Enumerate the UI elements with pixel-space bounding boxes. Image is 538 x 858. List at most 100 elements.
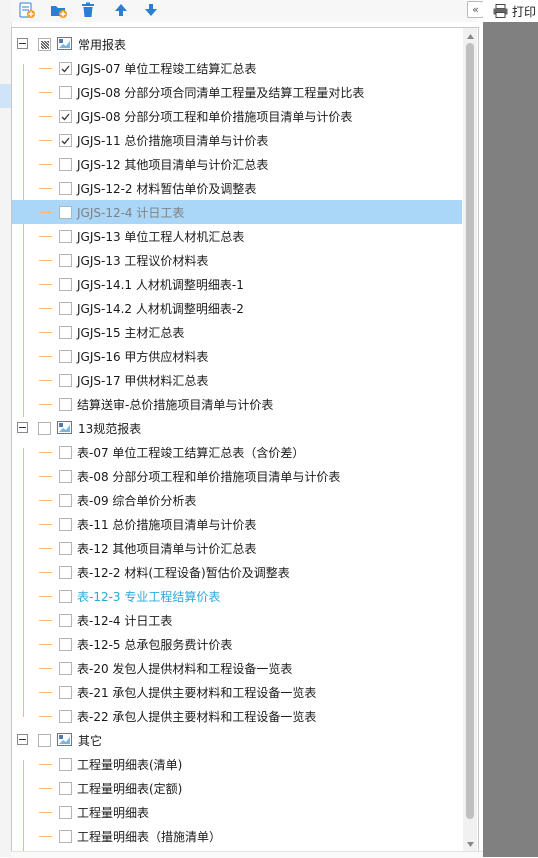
- tree-item[interactable]: 结算送审-总价措施项目清单与计价表: [12, 392, 462, 416]
- tree-item[interactable]: 表-20 发包人提供材料和工程设备一览表: [12, 656, 462, 680]
- tree-connector: [39, 68, 52, 69]
- item-checkbox[interactable]: [59, 134, 72, 147]
- tree-item[interactable]: 表-21 承包人提供主要材料和工程设备一览表: [12, 680, 462, 704]
- tree-item[interactable]: JGJS-14.2 人材机调整明细表-2: [12, 296, 462, 320]
- tree-item[interactable]: 表-08 分部分项工程和单价措施项目清单与计价表: [12, 464, 462, 488]
- tree-connector: [39, 140, 52, 141]
- item-checkbox[interactable]: [59, 158, 72, 171]
- vertical-scrollbar[interactable]: [463, 28, 477, 852]
- print-button[interactable]: 打印: [483, 0, 538, 22]
- item-checkbox[interactable]: [59, 182, 72, 195]
- tree-item[interactable]: JGJS-13 单位工程人材机汇总表: [12, 224, 462, 248]
- tree-connector: [39, 308, 52, 309]
- item-checkbox[interactable]: [59, 206, 72, 219]
- item-checkbox[interactable]: [59, 110, 72, 123]
- tree-item[interactable]: JGJS-12-4 计日工表: [12, 200, 462, 224]
- tree-item[interactable]: JGJS-12-2 材料暂估单价及调整表: [12, 176, 462, 200]
- tree-item[interactable]: 表-12 其他项目清单与计价汇总表: [12, 536, 462, 560]
- item-checkbox[interactable]: [59, 398, 72, 411]
- tree-item[interactable]: 表-12-4 计日工表: [12, 608, 462, 632]
- item-checkbox[interactable]: [59, 758, 72, 771]
- item-checkbox[interactable]: [59, 302, 72, 315]
- tree-item[interactable]: 工程量明细表: [12, 800, 462, 824]
- tree-item[interactable]: JGJS-13 工程议价材料表: [12, 248, 462, 272]
- scroll-thumb[interactable]: [466, 43, 474, 819]
- item-label: 表-12-5 总承包服务费计价表: [77, 638, 233, 652]
- tree-item[interactable]: 表-22 承包人提供主要材料和工程设备一览表: [12, 704, 462, 728]
- item-checkbox[interactable]: [59, 326, 72, 339]
- collapse-toggle-icon[interactable]: [17, 38, 28, 49]
- report-tree: 常用报表 JGJS-07 单位工程竣工结算汇总表 JGJS-08 分部分项合同清单工…: [12, 28, 462, 852]
- item-label: JGJS-13 单位工程人材机汇总表: [77, 230, 245, 244]
- tree-item[interactable]: JGJS-14.1 人材机调整明细表-1: [12, 272, 462, 296]
- item-checkbox[interactable]: [59, 830, 72, 843]
- tree-connector: [39, 284, 52, 285]
- tree-item[interactable]: JGJS-16 甲方供应材料表: [12, 344, 462, 368]
- tree-item[interactable]: 表-09 综合单价分析表: [12, 488, 462, 512]
- tree-group[interactable]: 13规范报表: [12, 416, 462, 440]
- item-checkbox[interactable]: [59, 590, 72, 603]
- left-nav-selection[interactable]: [0, 84, 11, 108]
- item-checkbox[interactable]: [59, 350, 72, 363]
- item-checkbox[interactable]: [59, 470, 72, 483]
- add-report-icon[interactable]: [17, 1, 35, 19]
- item-checkbox[interactable]: [59, 278, 72, 291]
- item-checkbox[interactable]: [59, 710, 72, 723]
- item-checkbox[interactable]: [59, 686, 72, 699]
- item-checkbox[interactable]: [59, 86, 72, 99]
- item-label: 表-12-3 专业工程结算价表: [77, 590, 221, 604]
- item-checkbox[interactable]: [59, 638, 72, 651]
- group-checkbox[interactable]: [38, 422, 51, 435]
- group-checkbox[interactable]: [38, 734, 51, 747]
- item-label: 结算送审-总价措施项目清单与计价表: [77, 398, 274, 412]
- tree-item[interactable]: 表-07 单位工程竣工结算汇总表（含价差）: [12, 440, 462, 464]
- item-checkbox[interactable]: [59, 782, 72, 795]
- item-label: 表-20 发包人提供材料和工程设备一览表: [77, 662, 293, 676]
- tree-item[interactable]: 表-11 总价措施项目清单与计价表: [12, 512, 462, 536]
- scroll-down-icon[interactable]: [463, 838, 477, 850]
- collapse-panel-button[interactable]: «: [467, 1, 484, 18]
- item-label: JGJS-08 分部分项工程和单价措施项目清单与计价表: [77, 110, 353, 124]
- print-label: 打印: [512, 4, 537, 19]
- tree-item[interactable]: JGJS-08 分部分项合同清单工程量及结算工程量对比表: [12, 80, 462, 104]
- tree-item[interactable]: 表-12-3 专业工程结算价表: [12, 584, 462, 608]
- tree-item[interactable]: 工程量明细表(清单): [12, 752, 462, 776]
- group-checkbox[interactable]: [38, 38, 51, 51]
- collapse-toggle-icon[interactable]: [17, 422, 28, 433]
- item-checkbox[interactable]: [59, 566, 72, 579]
- tree-item[interactable]: JGJS-11 总价措施项目清单与计价表: [12, 128, 462, 152]
- item-checkbox[interactable]: [59, 518, 72, 531]
- item-label: JGJS-12-4 计日工表: [77, 206, 185, 220]
- item-checkbox[interactable]: [59, 446, 72, 459]
- item-label: 表-12-4 计日工表: [77, 614, 173, 628]
- tree-connector: [39, 836, 52, 837]
- tree-item[interactable]: 表-12-2 材料(工程设备)暂估价及调整表: [12, 560, 462, 584]
- tree-item[interactable]: JGJS-07 单位工程竣工结算汇总表: [12, 56, 462, 80]
- item-checkbox[interactable]: [59, 662, 72, 675]
- move-down-icon[interactable]: [142, 1, 160, 19]
- tree-item[interactable]: JGJS-15 主材汇总表: [12, 320, 462, 344]
- add-folder-icon[interactable]: [49, 1, 67, 19]
- tree-item[interactable]: JGJS-12 其他项目清单与计价汇总表: [12, 152, 462, 176]
- delete-icon[interactable]: [79, 1, 97, 19]
- tree-connector: [39, 716, 52, 717]
- tree-group[interactable]: 常用报表: [12, 32, 462, 56]
- tree-item[interactable]: JGJS-17 甲供材料汇总表: [12, 368, 462, 392]
- tree-group[interactable]: 其它: [12, 728, 462, 752]
- item-checkbox[interactable]: [59, 62, 72, 75]
- item-checkbox[interactable]: [59, 542, 72, 555]
- tree-item[interactable]: 表-12-5 总承包服务费计价表: [12, 632, 462, 656]
- scroll-up-icon[interactable]: [463, 30, 477, 42]
- item-checkbox[interactable]: [59, 494, 72, 507]
- item-checkbox[interactable]: [59, 614, 72, 627]
- collapse-toggle-icon[interactable]: [17, 734, 28, 745]
- item-checkbox[interactable]: [59, 254, 72, 267]
- tree-item[interactable]: 工程量明细表（措施清单）: [12, 824, 462, 848]
- move-up-icon[interactable]: [112, 1, 130, 19]
- tree-item[interactable]: 工程量明细表(定额): [12, 776, 462, 800]
- tree-item[interactable]: JGJS-08 分部分项工程和单价措施项目清单与计价表: [12, 104, 462, 128]
- tree-connector: [39, 404, 52, 405]
- item-checkbox[interactable]: [59, 806, 72, 819]
- item-checkbox[interactable]: [59, 374, 72, 387]
- item-checkbox[interactable]: [59, 230, 72, 243]
